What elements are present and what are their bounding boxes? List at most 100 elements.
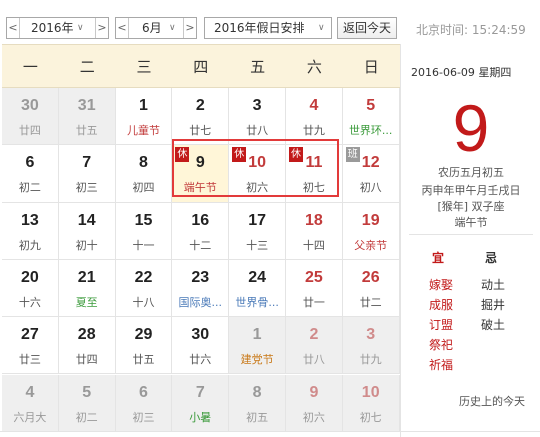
day-number: 10 <box>248 154 266 172</box>
suitable-item: 祭祀 <box>429 338 454 352</box>
day-number: 8 <box>252 383 262 401</box>
day-cell[interactable]: 休 9 端午节 <box>172 145 230 203</box>
lunar-or-festival-label: 国际奥... <box>178 295 223 309</box>
day-cell[interactable]: 26 廿二 <box>342 259 400 318</box>
lunar-or-festival-label: 廿四 <box>75 353 98 367</box>
day-cell[interactable]: 1 儿童节 <box>115 88 173 146</box>
day-cell[interactable]: 7 初三 <box>58 145 116 203</box>
day-cell[interactable]: 30 廿四 <box>2 88 59 146</box>
day-number: 3 <box>366 326 376 344</box>
month-selector[interactable]: < 6月 ∨ > <box>115 17 197 39</box>
weekday-label: 日 <box>363 58 379 76</box>
day-number: 8 <box>139 154 148 172</box>
day-number: 6 <box>25 154 35 172</box>
lunar-or-festival-label: 小暑 <box>189 410 212 424</box>
lunar-or-festival-label: 初八 <box>359 181 382 195</box>
day-cell[interactable]: 7 小暑 <box>172 374 230 432</box>
day-cell[interactable]: 22 十八 <box>115 259 173 318</box>
day-cell[interactable]: 8 初四 <box>115 145 173 203</box>
day-cell[interactable]: 15 十一 <box>115 202 173 260</box>
day-cell[interactable]: 2 廿七 <box>172 88 230 146</box>
day-cell[interactable]: 24 世界骨... <box>229 259 286 318</box>
day-cell[interactable]: 9 初六 <box>286 374 343 432</box>
day-cell[interactable]: 17 十三 <box>229 202 286 260</box>
day-cell[interactable]: 4 六月大 <box>2 374 59 432</box>
year-value: 2016年 <box>31 21 74 35</box>
day-number: 7 <box>82 154 92 172</box>
selected-date: 2016-06-09 星期四 <box>411 64 511 80</box>
day-number: 5 <box>82 383 92 401</box>
day-number: 31 <box>77 97 96 114</box>
beijing-clock: 北京时间: 15:24:59 <box>416 21 526 38</box>
next-year-button[interactable]: > <box>95 18 108 38</box>
prev-year-button[interactable]: < <box>7 18 20 38</box>
day-cell[interactable]: 27 廿三 <box>2 317 59 375</box>
day-cell[interactable]: 28 廿四 <box>58 317 116 375</box>
clock-label: 北京时间: <box>416 23 469 37</box>
day-cell[interactable]: 14 初十 <box>58 202 116 260</box>
prev-month-button[interactable]: < <box>116 18 129 38</box>
weekday-label: 六 <box>306 58 322 76</box>
holiday-schedule-select[interactable]: 2016年假日安排 ∨ <box>204 17 332 39</box>
lunar-or-festival-label: 初七 <box>359 410 382 424</box>
lunar-or-festival-label: 世界骨... <box>235 295 279 309</box>
day-number: 17 <box>248 211 266 229</box>
lunar-or-festival-label: 廿七 <box>189 124 212 137</box>
selected-date-value: 2016-06-09 <box>411 66 475 79</box>
day-cell[interactable]: 25 廿一 <box>286 259 343 318</box>
day-number: 21 <box>77 268 96 286</box>
selected-weekday: 星期四 <box>478 66 512 79</box>
day-cell[interactable]: 3 廿八 <box>229 88 286 146</box>
next-month-button[interactable]: > <box>183 18 196 38</box>
ganzhi-date: 丙申年甲午月壬戌日 <box>421 184 521 197</box>
day-number: 27 <box>21 326 39 344</box>
day-cell[interactable]: 3 廿九 <box>342 317 400 375</box>
lunar-or-festival-label: 建党节 <box>240 353 274 367</box>
day-number: 9 <box>195 154 205 172</box>
chevron-down-icon: ∨ <box>318 23 325 33</box>
lunar-or-festival-label: 十二 <box>189 238 212 252</box>
suitable-item: 祈福 <box>429 358 454 372</box>
weekday-label: 一 <box>22 58 38 76</box>
day-cell[interactable]: 休 11 初七 <box>286 145 343 203</box>
day-cell[interactable]: 休 10 初六 <box>229 145 286 203</box>
day-cell[interactable]: 班 12 初八 <box>342 145 400 203</box>
day-cell[interactable]: 8 初五 <box>229 374 286 432</box>
lunar-or-festival-label: 初十 <box>75 238 98 252</box>
suitable-item: 成服 <box>429 298 454 312</box>
lunar-or-festival-label: 十四 <box>302 238 325 252</box>
day-cell[interactable]: 2 廿八 <box>286 317 343 375</box>
day-cell[interactable]: 21 夏至 <box>58 259 116 318</box>
day-number: 11 <box>305 154 323 172</box>
lunar-or-festival-label: 端午节 <box>183 181 217 195</box>
day-number: 18 <box>305 211 323 229</box>
day-cell[interactable]: 31 廿五 <box>58 88 116 146</box>
day-cell[interactable]: 10 初七 <box>342 374 400 432</box>
day-number: 12 <box>361 154 380 172</box>
day-cell[interactable]: 5 世界环... <box>342 88 400 146</box>
lunar-or-festival-label: 廿八 <box>302 353 325 367</box>
lunar-or-festival-label: 廿九 <box>302 124 325 137</box>
back-to-today-button[interactable]: 返回今天 <box>337 17 397 39</box>
lunar-or-festival-label: 儿童节 <box>126 124 160 137</box>
day-cell[interactable]: 29 廿五 <box>115 317 173 375</box>
clock-time: 15:24:59 <box>471 23 526 37</box>
lunar-or-festival-label: 初三 <box>132 410 155 424</box>
day-cell[interactable]: 4 廿九 <box>286 88 343 146</box>
day-cell[interactable]: 16 十二 <box>172 202 230 260</box>
day-cell[interactable]: 20 十六 <box>2 259 59 318</box>
day-cell[interactable]: 18 十四 <box>286 202 343 260</box>
day-number: 25 <box>305 268 323 286</box>
avoid-item: 破土 <box>481 318 506 332</box>
history-today-link[interactable]: 历史上的今天 <box>459 393 525 409</box>
day-cell[interactable]: 13 初九 <box>2 202 59 260</box>
day-cell[interactable]: 6 初三 <box>115 374 173 432</box>
day-cell[interactable]: 19 父亲节 <box>342 202 400 260</box>
year-selector[interactable]: < 2016年 ∨ > <box>6 17 109 39</box>
day-cell[interactable]: 5 初二 <box>58 374 116 432</box>
lunar-or-festival-label: 十三 <box>246 238 269 252</box>
day-cell[interactable]: 30 廿六 <box>172 317 230 375</box>
day-cell[interactable]: 23 国际奥... <box>172 259 230 318</box>
day-cell[interactable]: 6 初二 <box>2 145 59 203</box>
day-cell[interactable]: 1 建党节 <box>229 317 286 375</box>
